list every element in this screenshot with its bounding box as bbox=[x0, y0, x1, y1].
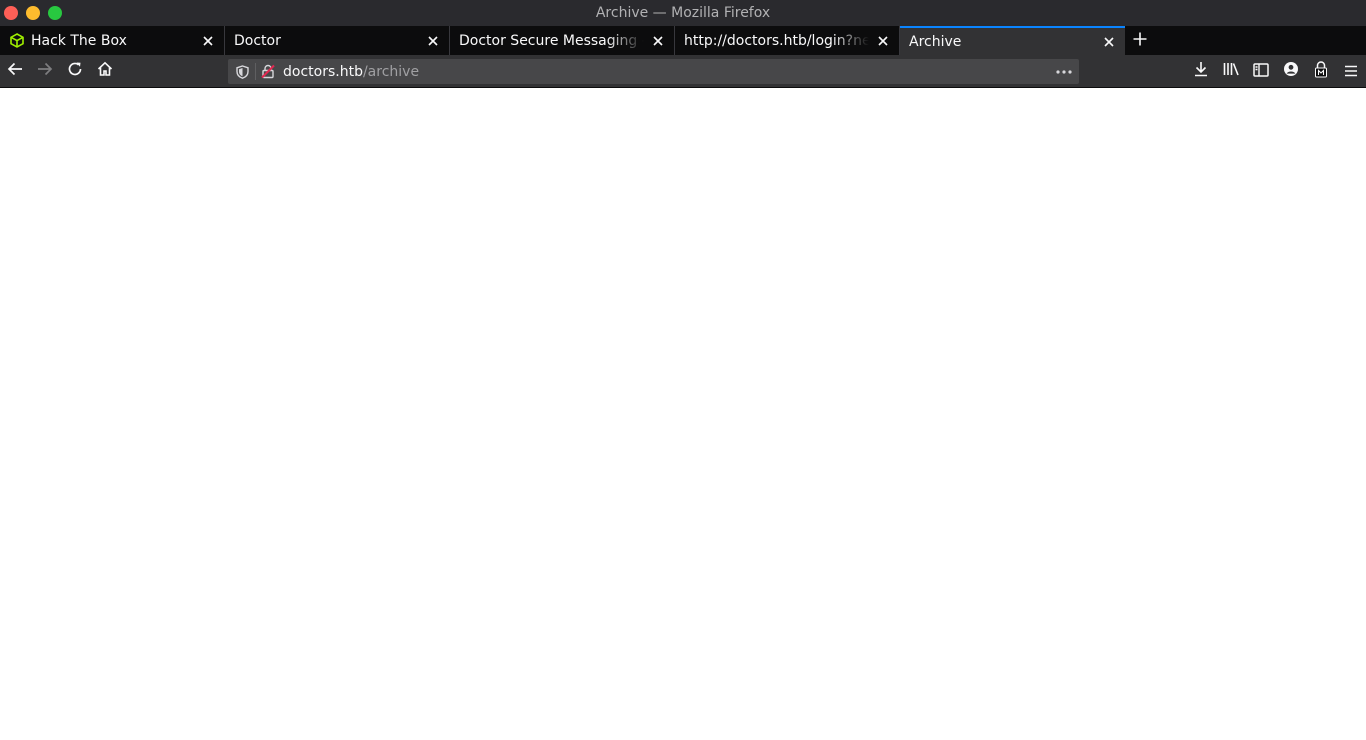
tab-label: Archive bbox=[909, 33, 962, 50]
tab-doctor-secure-messaging[interactable]: Doctor Secure Messaging - L bbox=[450, 26, 675, 55]
download-icon bbox=[1193, 61, 1209, 81]
tab-close-icon[interactable] bbox=[426, 34, 440, 48]
tab-archive[interactable]: Archive bbox=[900, 26, 1125, 55]
back-button[interactable] bbox=[2, 59, 28, 83]
window-minimize-button[interactable] bbox=[26, 6, 40, 20]
tab-label: Doctor Secure Messaging - L bbox=[459, 32, 644, 49]
home-icon bbox=[97, 61, 113, 81]
library-button[interactable] bbox=[1218, 59, 1244, 83]
tab-close-icon[interactable] bbox=[876, 34, 890, 48]
sidebar-button[interactable] bbox=[1248, 59, 1274, 83]
home-button[interactable] bbox=[92, 59, 118, 83]
url-path: /archive bbox=[362, 63, 420, 80]
insecure-lock-icon[interactable] bbox=[256, 59, 280, 84]
tab-label: Hack The Box bbox=[31, 32, 127, 49]
extension-button[interactable] bbox=[1308, 59, 1334, 83]
page-content bbox=[0, 88, 1366, 740]
reload-icon bbox=[67, 61, 83, 81]
htb-cube-icon bbox=[9, 33, 25, 49]
tab-doctors-login[interactable]: http://doctors.htb/login?next bbox=[675, 26, 900, 55]
tab-doctor[interactable]: Doctor bbox=[225, 26, 450, 55]
account-button[interactable] bbox=[1278, 59, 1304, 83]
tab-close-icon[interactable] bbox=[651, 34, 665, 48]
window-titlebar: Archive — Mozilla Firefox bbox=[0, 0, 1366, 26]
new-tab-button[interactable] bbox=[1125, 26, 1155, 55]
forward-arrow-icon bbox=[37, 61, 53, 81]
window-close-button[interactable] bbox=[4, 6, 18, 20]
extension-lock-icon bbox=[1314, 60, 1328, 82]
back-arrow-icon bbox=[7, 61, 23, 81]
account-icon bbox=[1283, 61, 1299, 81]
tab-label: Doctor bbox=[234, 32, 281, 49]
page-actions-more-icon[interactable] bbox=[1051, 59, 1077, 84]
forward-button[interactable] bbox=[32, 59, 58, 83]
window-title: Archive — Mozilla Firefox bbox=[595, 5, 771, 21]
url-text[interactable]: doctors.htb/archive bbox=[283, 64, 419, 80]
navigation-toolbar: doctors.htb/archive bbox=[0, 55, 1366, 88]
window-maximize-button[interactable] bbox=[48, 6, 62, 20]
plus-icon bbox=[1133, 31, 1147, 50]
menu-button[interactable] bbox=[1338, 59, 1364, 83]
tab-strip: Hack The Box Doctor Doctor Secure Messag… bbox=[0, 26, 1366, 55]
reload-button[interactable] bbox=[62, 59, 88, 83]
tab-hack-the-box[interactable]: Hack The Box bbox=[0, 26, 225, 55]
tab-close-icon[interactable] bbox=[1102, 35, 1116, 49]
downloads-button[interactable] bbox=[1188, 59, 1214, 83]
url-host: doctors.htb bbox=[283, 63, 363, 80]
hamburger-menu-icon bbox=[1344, 62, 1358, 81]
sidebar-icon bbox=[1253, 62, 1269, 81]
url-bar[interactable]: doctors.htb/archive bbox=[228, 59, 1079, 84]
tracking-protection-shield-icon[interactable] bbox=[229, 59, 255, 84]
tab-label: http://doctors.htb/login?next bbox=[684, 32, 869, 49]
library-icon bbox=[1223, 61, 1240, 81]
window-controls bbox=[4, 6, 62, 20]
tab-close-icon[interactable] bbox=[201, 34, 215, 48]
